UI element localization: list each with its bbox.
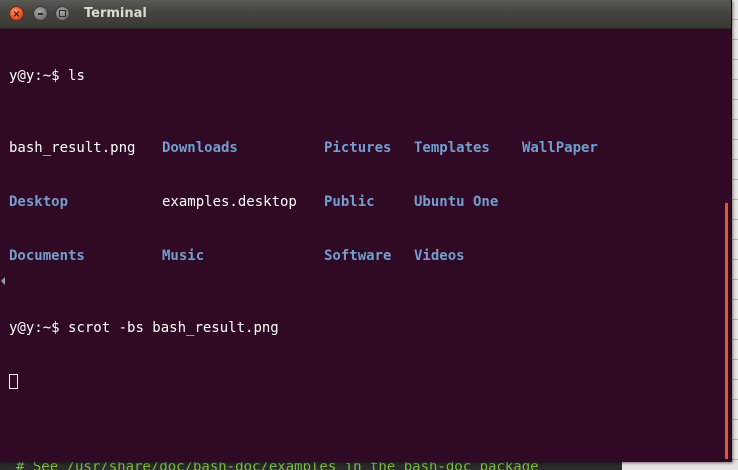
- ls-output-row: Documents Music Software Videos: [9, 247, 721, 265]
- maximize-icon: [59, 10, 66, 17]
- resize-arrow-icon: [1, 277, 5, 285]
- ls-output-row: bash_result.png Downloads Pictures Templ…: [9, 139, 721, 157]
- ls-entry: Videos: [414, 248, 465, 264]
- close-icon: ×: [12, 9, 21, 20]
- command-line: y@y:~$ ls: [9, 67, 721, 85]
- ls-entry: Music: [162, 248, 205, 264]
- ls-entry: Software: [324, 248, 392, 264]
- shell-prompt: y@y:~$: [9, 68, 69, 84]
- scrollbar-thumb[interactable]: [725, 203, 728, 459]
- ls-entry: Public: [324, 194, 375, 210]
- minimize-icon: [38, 13, 43, 15]
- ls-entry: bash_result.png: [9, 140, 136, 156]
- minimize-button[interactable]: [33, 6, 48, 21]
- window-titlebar[interactable]: × Terminal: [0, 0, 731, 29]
- ls-entry: Templates: [414, 140, 490, 156]
- ls-output-row: Desktop examples.desktop Public Ubuntu O…: [9, 193, 721, 211]
- close-button[interactable]: ×: [9, 6, 24, 21]
- terminal-output[interactable]: y@y:~$ ls bash_result.png Downloads Pict…: [9, 31, 721, 459]
- ls-entry: Ubuntu One: [414, 194, 499, 210]
- ls-entry: Desktop: [9, 194, 69, 210]
- terminal-window[interactable]: × Terminal y@y:~$ ls bash_result.png Dow…: [0, 0, 732, 462]
- ls-entry: examples.desktop: [162, 194, 297, 210]
- text-cursor: [9, 374, 18, 389]
- command-text: ls: [68, 68, 85, 84]
- command-text: scrot -bs bash_result.png: [68, 320, 279, 336]
- input-line[interactable]: [9, 373, 721, 391]
- window-title: Terminal: [84, 6, 147, 21]
- ls-entry: WallPaper: [522, 140, 598, 156]
- desktop-screen: # See /usr/share/doc/bash-doc/examples i…: [0, 0, 738, 470]
- ls-entry: Documents: [9, 248, 85, 264]
- ls-entry: Pictures: [324, 140, 392, 156]
- shell-prompt: y@y:~$: [9, 320, 69, 336]
- command-line: y@y:~$ scrot -bs bash_result.png: [9, 319, 721, 337]
- ls-entry: Downloads: [162, 140, 238, 156]
- maximize-button[interactable]: [55, 6, 70, 21]
